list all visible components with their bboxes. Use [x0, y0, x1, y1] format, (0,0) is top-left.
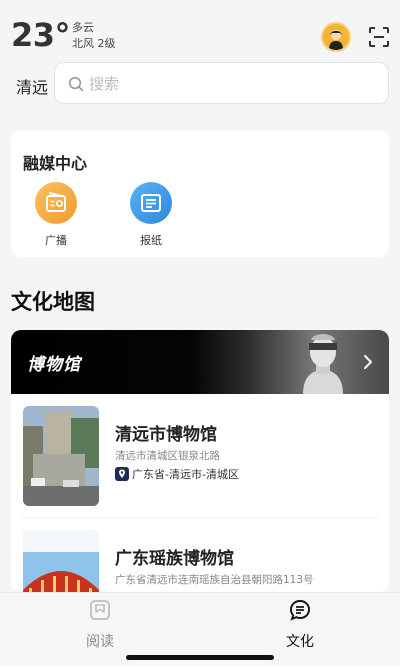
chevron-right-icon[interactable]	[363, 354, 373, 370]
newspaper-icon	[130, 182, 172, 224]
home-indicator	[126, 655, 274, 660]
museum-name: 广东瑶族博物馆	[115, 549, 234, 569]
user-avatar-icon	[323, 24, 349, 50]
museum-region: 广东省-清远市-清城区	[132, 468, 239, 481]
avatar[interactable]	[321, 22, 351, 52]
media-center-title: 融媒中心	[23, 154, 88, 173]
culture-map-title: 文化地图	[11, 290, 95, 314]
weather-info: 多云 北风 2级	[72, 20, 116, 52]
museum-panel: 博物馆 清远市博物馆 清远市清城区银泉北路 广东省-清远市-清城区 广东瑶族博物…	[11, 330, 389, 592]
radio-icon	[35, 182, 77, 224]
statue-image	[303, 334, 343, 394]
city-selector[interactable]: 清远	[16, 74, 48, 98]
museum-name: 清远市博物馆	[115, 425, 217, 445]
media-item-label: 报纸	[140, 234, 162, 247]
scan-icon[interactable]	[368, 26, 390, 48]
museum-list-item[interactable]: 清远市博物馆 清远市清城区银泉北路 广东省-清远市-清城区	[11, 394, 389, 514]
museum-list-item[interactable]: 广东瑶族博物馆 广东省清远市连南瑶族自治县朝阳路113号	[11, 518, 389, 592]
nav-label: 阅读	[86, 634, 114, 650]
media-item-radio[interactable]: 广播	[26, 182, 86, 248]
nav-item-culture[interactable]: 文化	[270, 599, 330, 651]
nav-label: 文化	[286, 634, 314, 650]
wind-info: 北风 2级	[72, 37, 116, 50]
temperature: 23°	[11, 16, 71, 54]
museum-region-tag: 广东省-清远市-清城区	[115, 466, 239, 482]
media-item-label: 广播	[45, 234, 67, 247]
museum-banner[interactable]: 博物馆	[11, 330, 389, 394]
media-center-card: 融媒中心 广播 报纸	[11, 130, 389, 257]
museum-thumbnail	[23, 530, 99, 592]
nav-item-read[interactable]: 阅读	[70, 599, 130, 651]
search-icon	[68, 76, 84, 92]
weather-condition: 多云	[72, 21, 94, 34]
search-input[interactable]	[89, 72, 369, 96]
search-bar[interactable]	[54, 62, 389, 104]
top-bar: 23° 多云 北风 2级	[0, 0, 400, 62]
book-icon	[90, 600, 110, 620]
location-pin-icon	[115, 467, 129, 481]
museum-thumbnail	[23, 406, 99, 506]
culture-icon	[290, 600, 310, 621]
museum-address: 广东省清远市连南瑶族自治县朝阳路113号	[115, 574, 314, 586]
banner-title: 博物馆	[27, 355, 81, 375]
museum-address: 清远市清城区银泉北路	[115, 450, 220, 462]
media-item-newspaper[interactable]: 报纸	[121, 182, 181, 248]
